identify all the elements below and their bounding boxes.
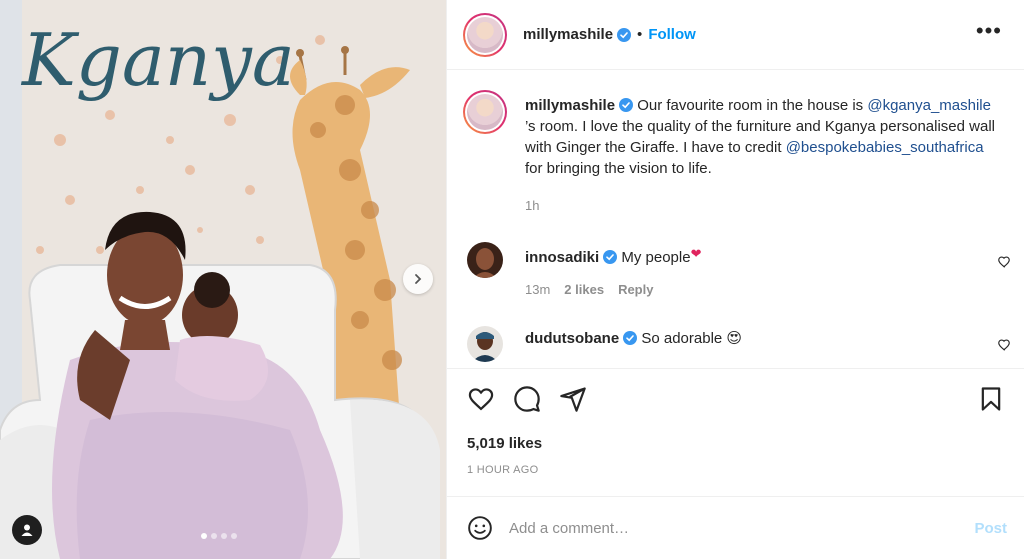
header-separator: •: [637, 26, 643, 43]
like-heart-icon[interactable]: [467, 385, 495, 413]
chevron-right-icon: [415, 274, 422, 284]
save-bookmark-icon[interactable]: [977, 385, 1005, 413]
caption: [463, 90, 507, 134]
verified-badge-icon: [619, 98, 634, 112]
likes-count[interactable]: 5,019 likes: [467, 435, 542, 452]
tagged-users-button[interactable]: [12, 515, 42, 545]
comment-username[interactable]: dudutsobane: [525, 330, 619, 347]
wall-lettering: Kganya: [20, 18, 295, 102]
comment-text: So adorable: [641, 330, 723, 347]
carousel-dot: [231, 533, 237, 539]
mention-link[interactable]: @kganya_mashile: [867, 97, 991, 114]
verified-badge-icon: [623, 331, 638, 345]
user-icon: [21, 524, 33, 536]
header-username[interactable]: millymashile: [523, 26, 613, 43]
post-media[interactable]: Kganya: [0, 0, 446, 559]
carousel-dot: [221, 533, 227, 539]
verified-badge-icon: [617, 27, 632, 42]
caption-time[interactable]: 1h: [525, 198, 539, 213]
share-paper-plane-icon[interactable]: [559, 385, 587, 413]
commenter-avatar[interactable]: [467, 242, 503, 278]
follow-button[interactable]: Follow: [648, 26, 696, 43]
post-comment-button[interactable]: Post: [974, 520, 1007, 537]
avatar[interactable]: [463, 12, 507, 57]
comment-line: dudutsobane So adorable 😍: [525, 329, 742, 347]
heart-emoji: ❤: [690, 246, 702, 261]
comment-line: innosadiki My people❤: [525, 246, 701, 266]
caption-text: millymashile Our favourite room in the h…: [525, 95, 995, 179]
post-timestamp[interactable]: 1 HOUR AGO: [467, 464, 538, 476]
heart-eyes-emoji: 😍: [726, 330, 743, 347]
caption-text-part: Our favourite room in the house is: [637, 97, 864, 114]
post-actions: 5,019 likes 1 HOUR AGO: [447, 368, 1024, 496]
comment-time[interactable]: 13m: [525, 282, 550, 297]
like-comment-heart-icon[interactable]: [997, 255, 1011, 269]
carousel-dot: [201, 533, 207, 539]
carousel-dots: [201, 533, 237, 539]
comment-bubble-icon[interactable]: [513, 385, 541, 413]
add-comment-bar: Post: [447, 496, 1024, 559]
instagram-post: Kganya millymashile • Follow ••• millyma…: [0, 0, 1024, 559]
next-image-button[interactable]: [403, 264, 433, 294]
comment-likes[interactable]: 2 likes: [564, 282, 604, 297]
commenter-avatar[interactable]: [467, 326, 503, 362]
comments-list[interactable]: millymashile Our favourite room in the h…: [447, 70, 1024, 368]
reply-button[interactable]: Reply: [618, 282, 653, 297]
like-comment-heart-icon[interactable]: [997, 338, 1011, 352]
post-photo: Kganya: [0, 0, 446, 559]
emoji-smiley-icon[interactable]: [467, 515, 493, 541]
post-header: millymashile • Follow •••: [447, 0, 1024, 70]
mention-link[interactable]: @bespokebabies_southafrica: [786, 139, 984, 156]
comment-text: My people: [621, 249, 691, 266]
carousel-dot: [211, 533, 217, 539]
post-panel: millymashile • Follow ••• millymashile O…: [446, 0, 1024, 559]
caption-avatar[interactable]: [463, 90, 507, 134]
comment-meta: 13m 2 likes Reply: [525, 282, 653, 297]
caption-username[interactable]: millymashile: [525, 97, 615, 114]
comment-input[interactable]: [509, 519, 949, 537]
caption-text-part: for bringing the vision to life.: [525, 160, 712, 177]
comment-username[interactable]: innosadiki: [525, 249, 599, 266]
more-options-button[interactable]: •••: [976, 20, 1002, 42]
verified-badge-icon: [603, 250, 618, 264]
